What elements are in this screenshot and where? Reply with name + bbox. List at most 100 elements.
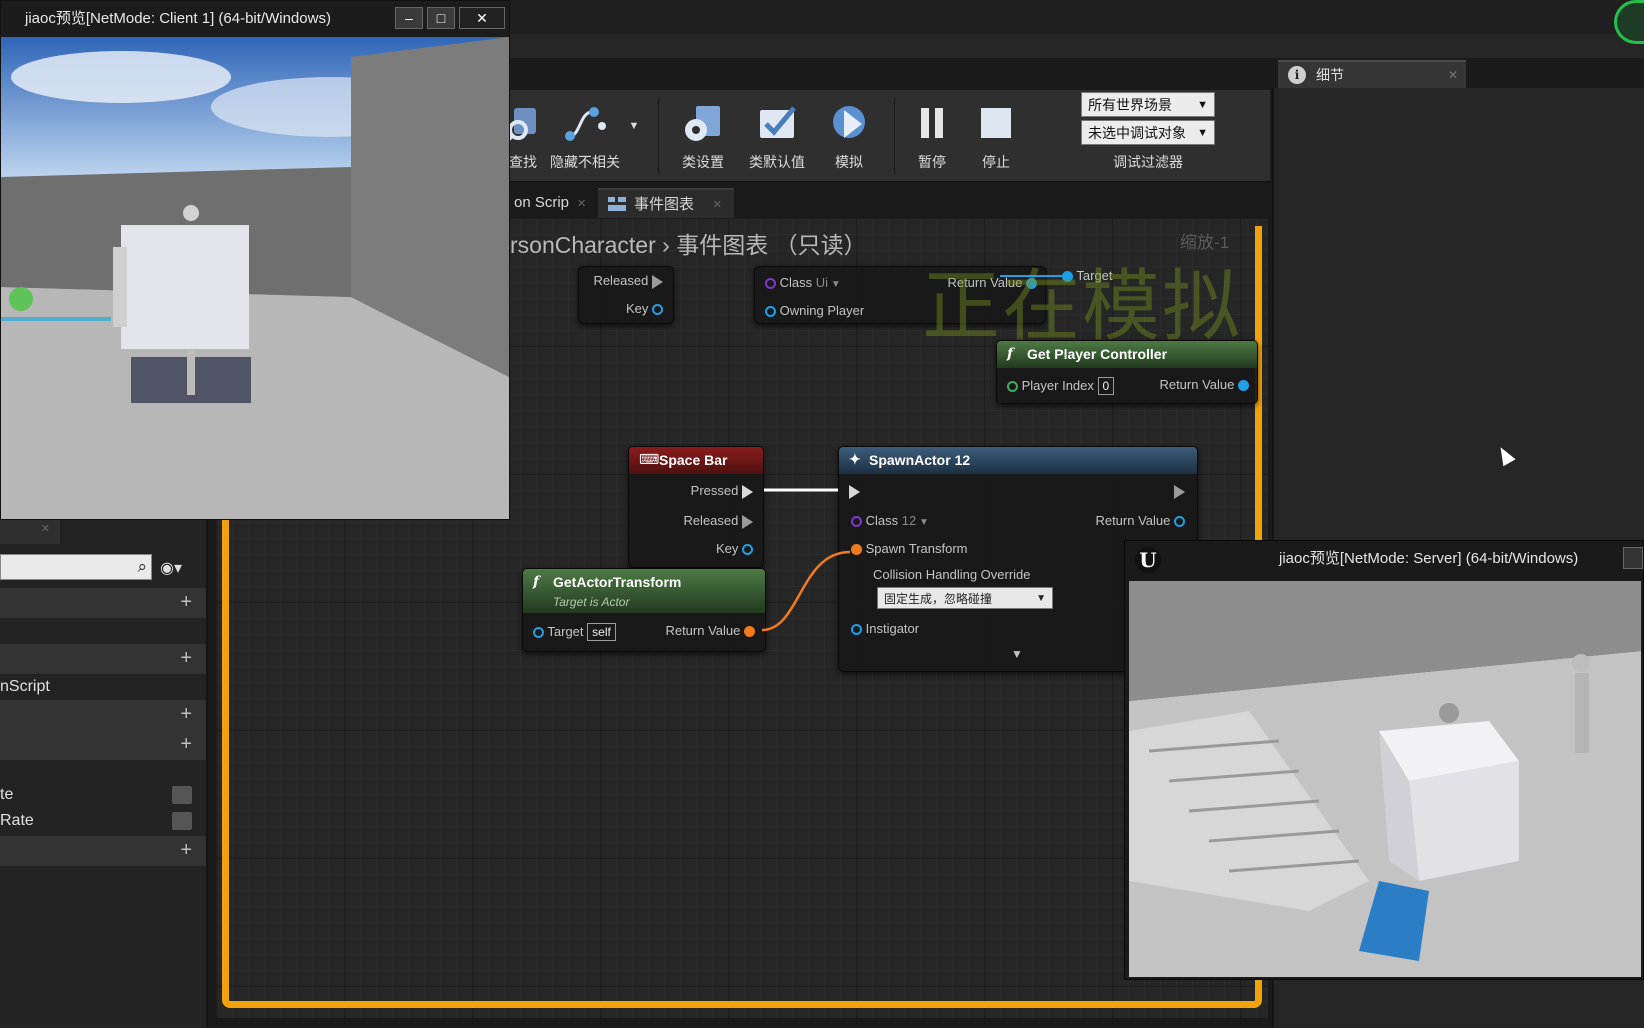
chevron-down-icon: ▼ <box>1036 593 1046 604</box>
stop-label: 停止 <box>982 154 1010 170</box>
add-icon[interactable]: + <box>180 734 192 754</box>
checkbox[interactable] <box>172 786 192 804</box>
collision-handling-value: 固定生成，忽略碰撞 <box>884 592 993 606</box>
breadcrumb-class[interactable]: rsonCharacter <box>510 232 656 258</box>
tab-details[interactable]: i 细节 ✕ <box>1278 60 1466 88</box>
outline-row[interactable]: + <box>0 730 206 760</box>
spawn-transform-pin[interactable]: Spawn Transform <box>851 541 968 556</box>
breadcrumb-readonly: （只读） <box>774 232 867 258</box>
add-icon[interactable]: + <box>180 648 192 668</box>
class-settings-button[interactable]: 类设置 <box>668 96 738 176</box>
outline-row[interactable]: Rate <box>0 806 206 836</box>
instigator-pin[interactable]: Instigator <box>851 621 919 636</box>
server-preview-window[interactable]: U jiaoc预览[NetMode: Server] (64-bit/Windo… <box>1124 540 1644 980</box>
tab-construction-script[interactable]: on Scrip ✕ <box>514 188 586 218</box>
tab-my-blueprint[interactable]: ✕ <box>0 516 60 544</box>
close-icon[interactable]: ✕ <box>1448 62 1458 88</box>
outline-row[interactable]: nScript <box>0 672 206 702</box>
event-graph-label: 事件图表 <box>634 196 695 213</box>
close-button[interactable]: ✕ <box>459 7 505 29</box>
details-tab-label: 细节 <box>1316 67 1344 83</box>
debug-object-dropdown[interactable]: 未选中调试对象 ▼ <box>1081 120 1215 145</box>
blueprint-toolbar: 查找 隐藏不相关 ▼ 类设置 类默认值 模拟 暂停 停止 所有世界场景 ▼ 未选中… <box>504 90 1270 182</box>
chevron-down-icon: ▼ <box>1011 647 1023 661</box>
player-index-input[interactable]: 0 <box>1097 377 1115 395</box>
target-pin[interactable]: Target self <box>533 623 616 641</box>
input-event-icon: ⌨ <box>639 452 660 468</box>
tab-event-graph[interactable]: 事件图表 ✕ <box>598 188 735 220</box>
node-header: ✦ SpawnActor 12 <box>839 447 1197 474</box>
owning-player-pin-icon <box>765 306 776 318</box>
outline-row[interactable]: + <box>0 588 206 618</box>
exec-out-pin[interactable] <box>1174 483 1185 499</box>
class-defaults-button[interactable]: 类默认值 <box>742 96 812 176</box>
close-icon[interactable]: ✕ <box>577 198 586 210</box>
space-bar-event-node[interactable]: ⌨ Space Bar Pressed Released Key <box>628 446 764 568</box>
node-header: ⌨ Space Bar <box>629 447 763 474</box>
client-viewport[interactable] <box>1 37 509 519</box>
add-icon[interactable]: + <box>180 704 192 724</box>
chevron-down-icon: ▼ <box>628 120 640 132</box>
get-player-controller-node[interactable]: f Get Player Controller Player Index 0 Re… <box>996 340 1258 404</box>
simulate-icon <box>833 106 865 138</box>
breadcrumb-graph: 事件图表 <box>676 232 769 258</box>
outline-row[interactable]: + <box>0 836 206 866</box>
get-actor-transform-node[interactable]: f GetActorTransform Target is Actor Targe… <box>522 568 766 652</box>
outline-row[interactable] <box>0 616 206 646</box>
close-icon[interactable]: ✕ <box>713 190 722 220</box>
simulate-button[interactable]: 模拟 <box>814 96 884 176</box>
advanced-pins-expander[interactable]: ▼ <box>1011 647 1023 661</box>
window-title-bar: U jiaoc预览[NetMode: Server] (64-bit/Windo… <box>1125 541 1643 577</box>
key-pin[interactable]: Key <box>716 541 753 556</box>
owning-player-pin[interactable]: Owning Player <box>765 303 864 318</box>
class-pin[interactable]: Class 12 ▼ <box>851 513 929 528</box>
return-value-pin[interactable]: Return Value <box>665 623 755 638</box>
search-input[interactable]: ⌕ <box>0 554 152 580</box>
outline-row[interactable]: + <box>0 700 206 730</box>
exec-in-pin[interactable] <box>849 483 860 499</box>
outline-row-label: nScript <box>0 678 50 695</box>
key-pin-icon <box>652 304 663 316</box>
class-pin[interactable]: Class Ui ▼ <box>765 275 841 290</box>
maximize-button[interactable]: □ <box>427 7 455 29</box>
player-index-pin[interactable]: Player Index 0 <box>1007 377 1115 395</box>
world-dropdown[interactable]: 所有世界场景 ▼ <box>1081 92 1215 117</box>
collision-handling-dropdown[interactable]: 固定生成，忽略碰撞 ▼ <box>877 587 1053 609</box>
visibility-eye-icon[interactable]: ◉▾ <box>160 558 182 578</box>
key-pin[interactable]: Key <box>626 301 663 316</box>
checkbox[interactable] <box>172 812 192 830</box>
add-icon[interactable]: + <box>180 840 192 860</box>
released-pin[interactable]: Released <box>683 513 753 529</box>
pause-icon <box>921 108 943 138</box>
input-event-node-partial[interactable]: Released Key <box>578 266 674 324</box>
hide-unrelated-button[interactable]: 隐藏不相关 <box>540 96 630 176</box>
return-value-pin[interactable]: Return Value <box>1095 513 1185 528</box>
class-pin-icon <box>851 516 862 528</box>
chevron-down-icon: ▼ <box>828 279 841 290</box>
node-title: SpawnActor 12 <box>869 452 971 468</box>
minimize-button[interactable]: – <box>395 7 423 29</box>
server-viewport[interactable] <box>1129 581 1641 977</box>
debug-object-value: 未选中调试对象 <box>1088 125 1186 141</box>
outline-row[interactable]: + <box>0 644 206 674</box>
minimize-button[interactable] <box>1623 547 1643 569</box>
stop-button[interactable]: 停止 <box>966 96 1026 176</box>
client-preview-window[interactable]: jiaoc预览[NetMode: Client 1] (64-bit/Windo… <box>0 0 510 520</box>
hide-unrelated-icon <box>565 107 606 141</box>
chevron-down-icon: ▼ <box>1197 127 1208 139</box>
construction-script-label: on Scrip <box>514 194 570 211</box>
simulate-label: 模拟 <box>835 154 863 170</box>
search-icon[interactable]: ⌕ <box>137 557 147 577</box>
close-icon[interactable]: ✕ <box>41 522 50 535</box>
pause-button[interactable]: 暂停 <box>902 96 962 176</box>
pressed-pin[interactable]: Pressed <box>691 483 753 499</box>
outline-row-label: te <box>0 786 14 803</box>
zoom-label: 缩放-1 <box>1180 233 1230 252</box>
add-icon[interactable]: + <box>180 592 192 612</box>
hide-unrelated-label: 隐藏不相关 <box>550 154 620 170</box>
class-defaults-icon <box>760 106 796 138</box>
return-value-pin[interactable]: Return Value <box>1159 377 1249 392</box>
released-pin[interactable]: Released <box>593 273 663 289</box>
key-pin-icon <box>742 544 753 556</box>
transform-pin-icon <box>744 626 755 638</box>
